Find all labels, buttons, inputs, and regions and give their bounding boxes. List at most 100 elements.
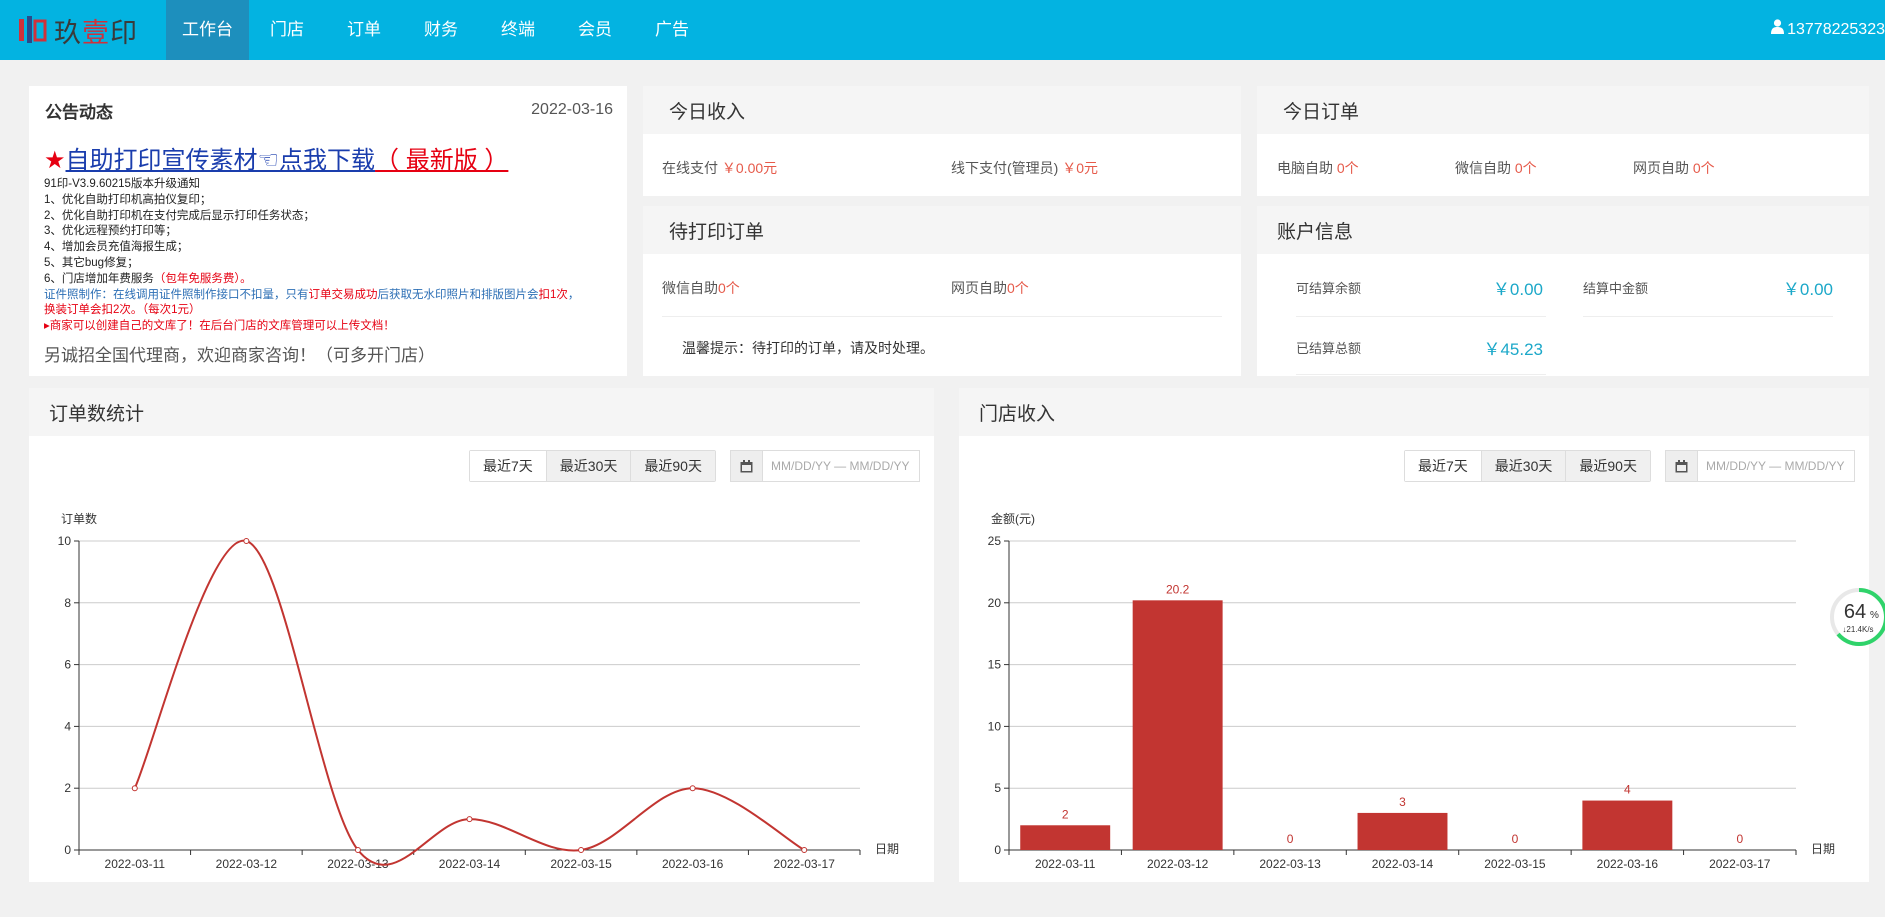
data-point [801,847,808,853]
range-7-days-button[interactable]: 最近7天 [1405,451,1482,481]
range-7-days-button[interactable]: 最近7天 [470,451,547,481]
nav-item-orders[interactable]: 订单 [331,0,397,60]
store-income-bar-chart: 0510152025金额(元)日期2022-03-11 2022-03-12 202… [988,511,1835,871]
data-point [466,816,473,823]
logo-mark-icon [18,15,48,45]
range-30-days-button[interactable]: 最近30天 [546,451,632,481]
nav-item-members[interactable]: 会员 [562,0,628,60]
x-tick-label: 2022-03-17 [1709,857,1771,871]
announcement-title: 公告动态 [45,102,113,122]
order-count-line-chart: 0 2 4 6 8 10 订单数日期 2022-03-11 2022-03-12 2022-03-… [58,511,899,871]
order-count-title: 订单数统计 [29,388,934,436]
offline-pay-label: 线下支付(管理员) [951,160,1059,176]
date-range-placeholder: MM/DD/YY — MM/DD/YY [771,459,910,473]
photo-note-c: 后获取无水印照片和排版图片会 [377,288,539,301]
x-tick-label: 2022-03-14 [1372,857,1434,871]
settling-value: ￥0.00 [1782,280,1833,299]
wechat-self-service-stat: 微信自助 0个 [1455,158,1633,178]
nav-item-ads[interactable]: 广告 [639,0,705,60]
stat-value: 0个 [718,280,740,296]
stat-label: 微信自助 [662,280,718,296]
range-90-days-button[interactable]: 最近90天 [1566,451,1650,481]
photo-note-f: 换装订单会扣2次。（每次1元） [44,304,201,317]
income-date-range-input[interactable]: MM/DD/YY — MM/DD/YY [1665,450,1855,482]
library-note: ▸商家可以创建自己的文库了！在后台门店的文库管理可以上传文档！ [44,320,395,333]
x-tick-label: 2022-03-15 [550,857,612,871]
data-label: 0 [1736,832,1743,846]
range-90-days-button[interactable]: 最近90天 [631,451,715,481]
update-notes: 91印-V3.9.60215版本升级通知 1、优化自助打印机高拍仪复印； 2、优… [44,177,613,335]
update-line: 91印-V3.9.60215版本升级通知 [44,178,200,190]
download-link-text[interactable]: 自助打印宣传素材☜点我下载 [66,147,376,174]
agent-recruit-text: 另诚招全国代理商，欢迎商家咨询！（可多开门店） [44,345,435,365]
income-bar [1020,825,1111,850]
speed-percent: 64 [1844,601,1866,623]
nav-item-terminals[interactable]: 终端 [485,0,551,60]
nav-item-finance[interactable]: 财务 [408,0,474,60]
brand-logo[interactable]: 玖壹印 [18,11,138,50]
data-label: 4 [1624,783,1631,797]
calendar-icon[interactable] [731,451,763,481]
announcement-date: 2022-03-16 [531,101,613,118]
y-axis-label: 金额(元) [991,511,1035,526]
data-label: 0 [1512,832,1519,846]
online-pay-label: 在线支付 [662,160,718,176]
user-phone: 13778225323 [1787,21,1885,38]
x-tick-label: 2022-03-13 [1259,857,1321,871]
pending-print-tip: 温馨提示：待打印的订单，请及时处理。 [682,340,934,356]
stat-label: 电脑自助 [1277,160,1333,176]
pending-web-stat: 网页自助0个 [951,278,1029,298]
data-point [354,847,361,853]
store-income-title: 门店收入 [959,388,1869,436]
offline-pay-value: ￥0元 [1062,160,1099,176]
income-bar [1357,812,1448,850]
logo-char-3: 印 [110,17,138,49]
x-tick-label: 2022-03-12 [216,857,278,871]
date-range-placeholder: MM/DD/YY — MM/DD/YY [1706,459,1845,473]
nav-item-workbench[interactable]: 工作台 [166,0,249,60]
logo-text: 玖壹印 [54,11,138,50]
online-pay-value: ￥0.00元 [721,160,778,176]
online-pay-stat: 在线支付 ￥0.00元 [662,158,951,178]
divider [1296,316,1546,317]
photo-note-e: ， [567,288,580,301]
settled-total-value: ￥45.23 [1483,340,1543,359]
data-label: 0 [1287,832,1294,846]
x-axis-label: 日期 [1811,842,1835,856]
x-tick-label: 2022-03-11 [1035,857,1096,871]
today-income-card: 今日收入 在线支付 ￥0.00元 线下支付(管理员) ￥0元 [643,86,1241,196]
download-material-link[interactable]: ★自助打印宣传素材☜点我下载（ 最新版 ） [44,147,613,175]
user-menu[interactable]: 13778225323 [1771,0,1885,60]
range-30-days-button[interactable]: 最近30天 [1481,451,1567,481]
calendar-icon[interactable] [1666,451,1698,481]
announcement-header: 公告动态 2022-03-16 [29,86,627,134]
stat-label: 微信自助 [1455,160,1511,176]
y-tick-label: 8 [64,596,71,610]
x-tick-label: 2022-03-16 [1597,857,1659,871]
update-line: 1、优化自助打印机高拍仪复印； [44,193,212,206]
photo-note-b: 订单交易成功 [308,288,378,301]
today-orders-card: 今日订单 电脑自助 0个 微信自助 0个 网页自助 0个 [1257,86,1869,196]
star-icon: ★ [44,147,66,174]
pending-print-title: 待打印订单 [643,206,1241,254]
order-range-selector: 最近7天 最近30天 最近90天 [469,450,716,482]
update-line: 2、优化自助打印机在支付完成后显示打印任务状态； [44,209,315,222]
income-bar [1582,800,1673,850]
photo-note-d: 扣1次 [538,288,568,301]
data-point [578,847,585,853]
data-point [131,785,138,792]
income-range-selector: 最近7天 最近30天 最近90天 [1404,450,1651,482]
data-point [243,538,250,544]
order-date-range-input[interactable]: MM/DD/YY — MM/DD/YY [730,450,920,482]
x-tick-label: 2022-03-11 [105,857,166,871]
network-speed-widget[interactable]: 64 % ↓21.4K/s [1829,587,1885,647]
x-tick-label: 2022-03-16 [662,857,724,871]
stat-value: 0个 [1336,160,1359,176]
y-tick-label: 20 [988,596,1002,610]
data-label: 2 [1062,807,1069,821]
photo-note: 证件照制作：在线调用证件照制作接口不扣量，只有订单交易成功后获取无水印照片和排版… [44,288,613,320]
latest-version-tag[interactable]: （ 最新版 ） [375,147,508,174]
nav-item-stores[interactable]: 门店 [254,0,320,60]
settleable-label: 可结算余额 [1296,281,1362,296]
today-orders-title: 今日订单 [1257,86,1869,134]
